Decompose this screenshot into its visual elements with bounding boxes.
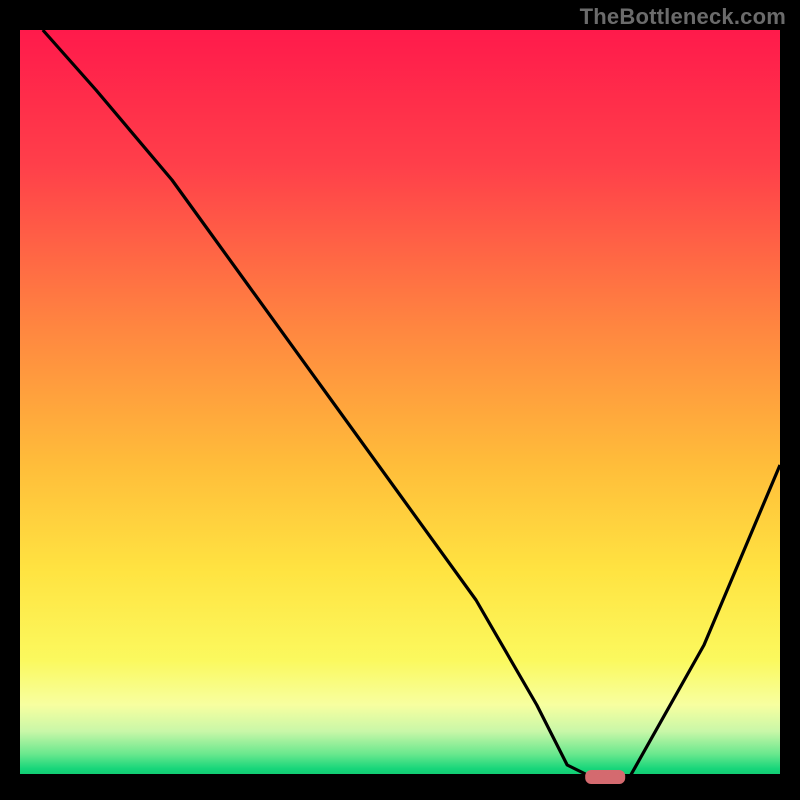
gradient-background: [20, 30, 780, 780]
chart-frame: TheBottleneck.com: [0, 0, 800, 800]
watermark-label: TheBottleneck.com: [580, 4, 786, 30]
bottleneck-chart: [0, 0, 800, 800]
baseline-strip: [20, 774, 780, 780]
optimal-marker: [585, 770, 625, 784]
